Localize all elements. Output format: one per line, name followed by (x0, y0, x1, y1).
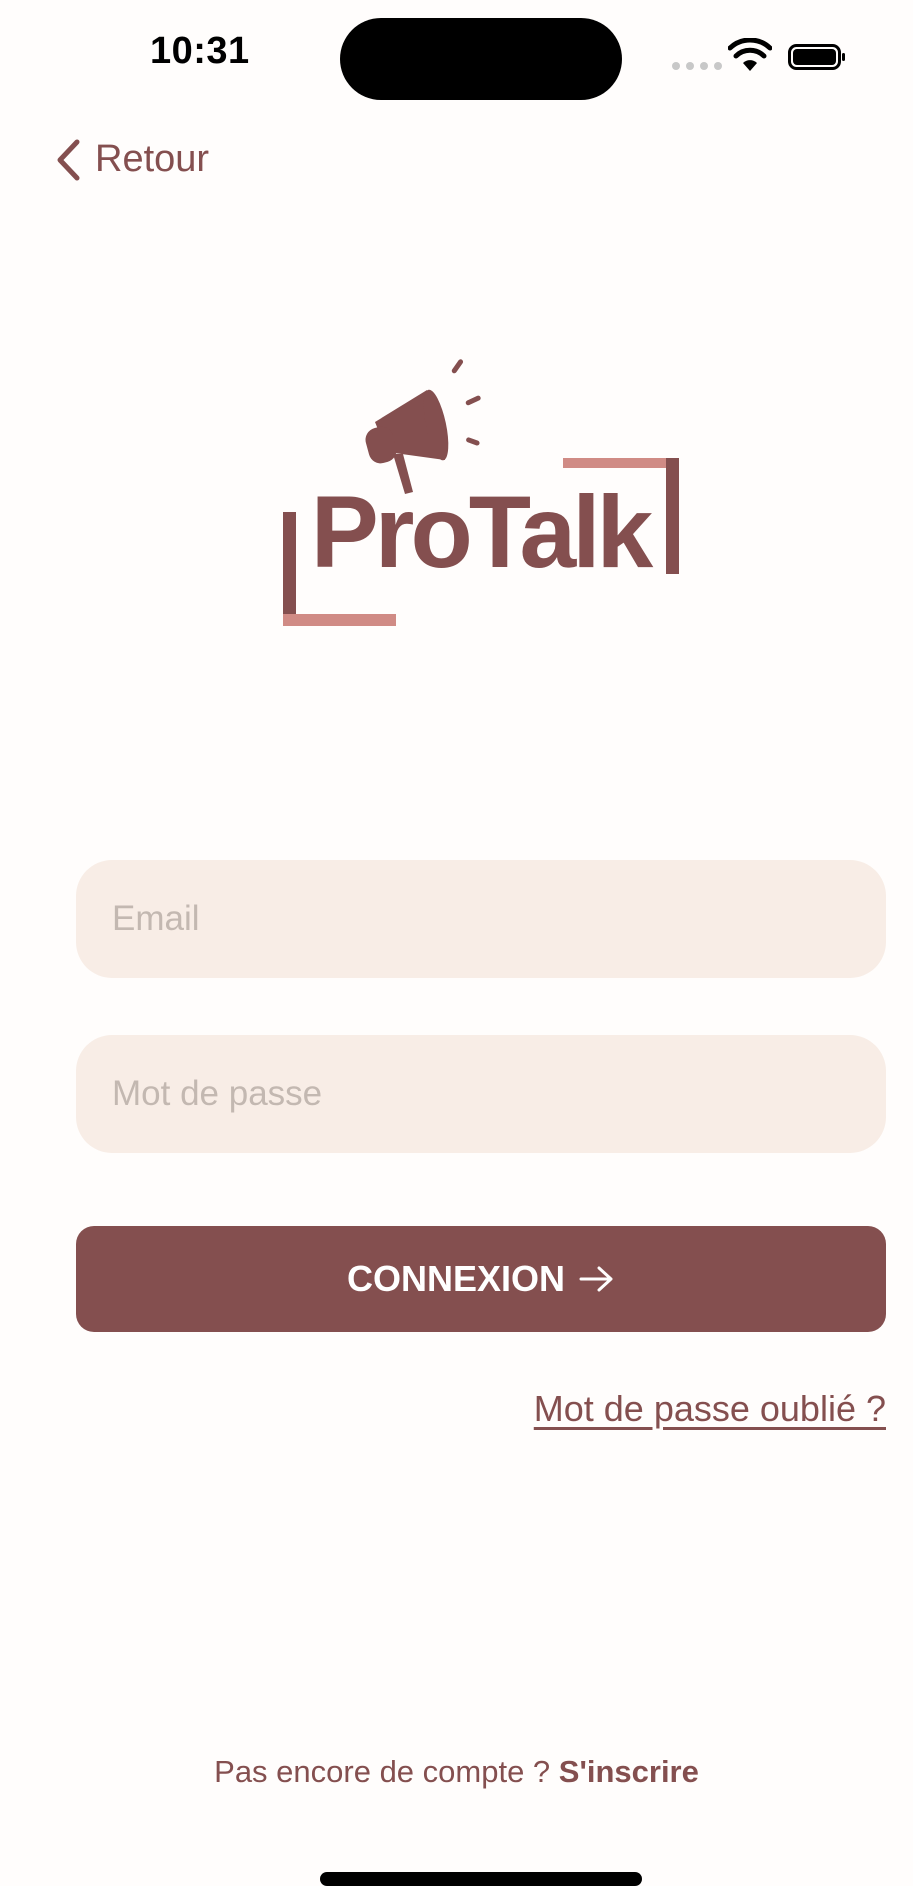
arrow-right-icon (579, 1266, 613, 1292)
protalk-logo: ProTalk (283, 359, 679, 626)
wifi-icon (728, 38, 772, 71)
battery-icon (788, 44, 845, 70)
logo-wordmark: ProTalk (311, 475, 654, 589)
email-field[interactable] (76, 860, 886, 978)
signup-prompt-text: Pas encore de compte ? (214, 1754, 559, 1789)
forgot-password-link[interactable]: Mot de passe oublié ? (534, 1388, 886, 1430)
login-button-label: CONNEXION (346, 1258, 566, 1299)
home-indicator[interactable] (320, 1872, 642, 1886)
signup-prompt: Pas encore de compte ? S'inscrire (0, 1754, 913, 1790)
back-button[interactable]: Retour (55, 138, 209, 181)
back-label: Retour (95, 138, 210, 180)
status-time: 10:31 (150, 30, 250, 72)
login-button[interactable]: CONNEXION (76, 1226, 886, 1332)
signup-link[interactable]: S'inscrire (559, 1754, 699, 1789)
chevron-left-icon (57, 139, 80, 180)
dynamic-island (340, 18, 622, 100)
password-field[interactable] (76, 1035, 886, 1153)
megaphone-icon (365, 359, 481, 494)
cellular-signal-icon (672, 62, 722, 70)
